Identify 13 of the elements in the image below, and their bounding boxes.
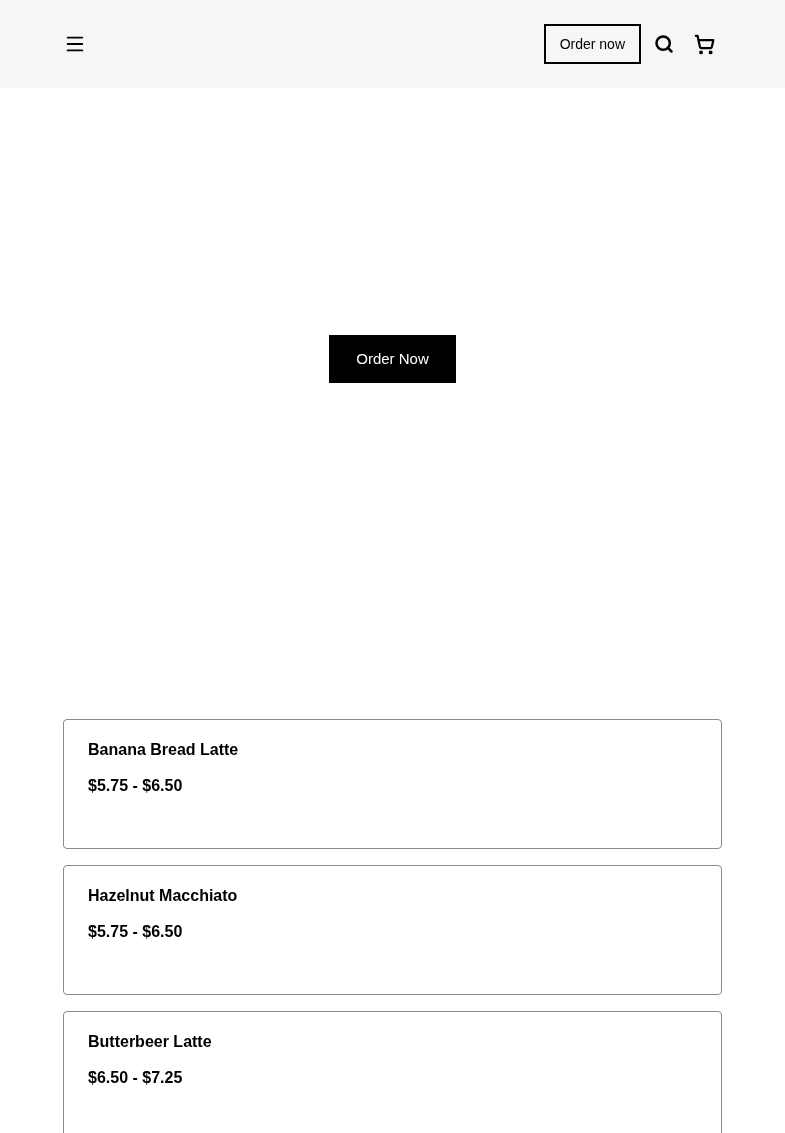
hero-order-button[interactable]: Order Now: [329, 335, 456, 383]
search-icon[interactable]: [654, 34, 674, 54]
product-card[interactable]: Hazelnut Macchiato $5.75 - $6.50: [63, 865, 722, 995]
cart-icon[interactable]: [694, 33, 715, 55]
product-card[interactable]: Butterbeer Latte $6.50 - $7.25: [63, 1011, 722, 1133]
product-price: $6.50 - $7.25: [88, 1068, 183, 1088]
product-name: Butterbeer Latte: [88, 1032, 212, 1052]
product-name: Banana Bread Latte: [88, 740, 239, 760]
product-card[interactable]: Banana Bread Latte $5.75 - $6.50: [63, 719, 722, 849]
product-price: $5.75 - $6.50: [88, 922, 183, 942]
product-name: Hazelnut Macchiato: [88, 886, 238, 906]
order-now-button[interactable]: Order now: [543, 24, 641, 64]
product-price: $5.75 - $6.50: [88, 776, 183, 796]
